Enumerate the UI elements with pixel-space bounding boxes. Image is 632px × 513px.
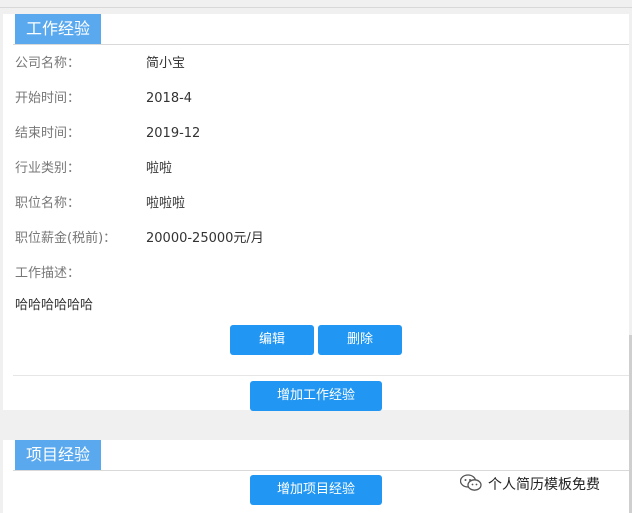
- delete-button[interactable]: 删除: [318, 325, 402, 355]
- field-label: 职位薪金(税前)：: [15, 231, 117, 246]
- watermark: 个人简历模板免费: [459, 474, 600, 496]
- field-label: 行业类别：: [15, 161, 81, 176]
- watermark-text: 个人简历模板免费: [488, 477, 600, 493]
- project-experience-tab: 项目经验: [15, 440, 101, 470]
- field-value: 啦啦啦: [146, 196, 186, 211]
- field-value: 简小宝: [146, 56, 186, 71]
- divider: [13, 375, 629, 376]
- work-experience-panel: 工作经验 公司名称： 简小宝 开始时间： 2018-4 结束时间： 2019-1…: [3, 10, 629, 411]
- work-experience-tab: 工作经验: [15, 14, 101, 44]
- add-work-experience-button[interactable]: 增加工作经验: [250, 381, 382, 411]
- field-value: 2019-12: [146, 126, 201, 141]
- section-rule: [13, 470, 629, 471]
- section-rule: [13, 44, 629, 45]
- field-value: 2018-4: [146, 91, 193, 106]
- field-label: 公司名称：: [15, 56, 81, 71]
- field-value: 20000-25000元/月: [146, 231, 264, 246]
- top-divider: [0, 7, 632, 8]
- field-label: 结束时间：: [15, 126, 81, 141]
- wechat-icon: [459, 474, 482, 496]
- edit-button[interactable]: 编辑: [230, 325, 314, 355]
- add-project-experience-button[interactable]: 增加项目经验: [250, 475, 382, 505]
- field-label: 工作描述：: [15, 266, 81, 281]
- field-label: 开始时间：: [15, 91, 81, 106]
- field-label: 职位名称：: [15, 196, 81, 211]
- field-value: 啦啦: [146, 161, 173, 176]
- work-description-text: 哈哈哈哈哈哈: [15, 298, 94, 313]
